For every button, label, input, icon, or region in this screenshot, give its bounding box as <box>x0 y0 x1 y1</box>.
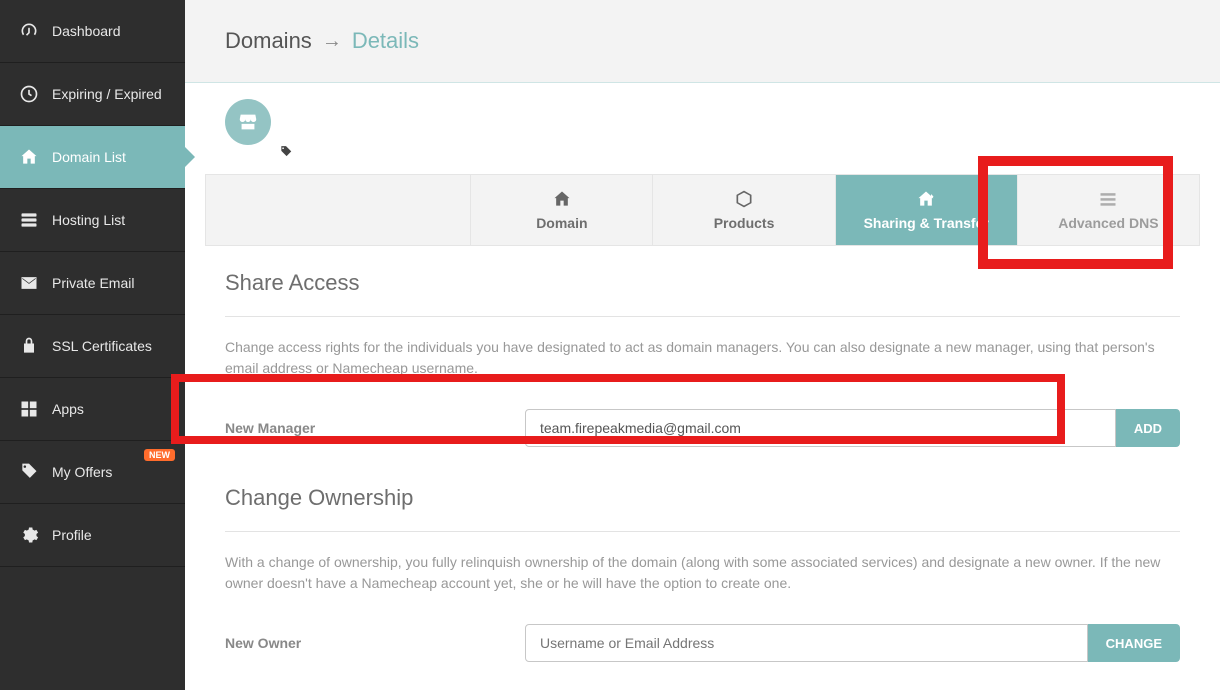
sidebar-item-label: My Offers <box>52 464 112 480</box>
add-button[interactable]: ADD <box>1116 409 1180 447</box>
new-manager-input[interactable] <box>525 409 1116 447</box>
home-icon <box>552 189 572 209</box>
sidebar-item-label: Expiring / Expired <box>52 86 162 102</box>
share-icon <box>916 189 936 209</box>
change-ownership-desc: With a change of ownership, you fully re… <box>225 552 1180 594</box>
sidebar-item-profile[interactable]: Profile <box>0 504 185 567</box>
sidebar-item-hosting-list[interactable]: Hosting List <box>0 189 185 252</box>
sidebar-item-private-email[interactable]: Private Email <box>0 252 185 315</box>
breadcrumb: Domains → Details <box>185 0 1220 83</box>
store-icon <box>237 111 259 133</box>
tag-row <box>185 145 1220 164</box>
sidebar-item-offers[interactable]: My Offers NEW <box>0 441 185 504</box>
content-area: Share Access Change access rights for th… <box>185 246 1220 672</box>
sidebar-item-expiring[interactable]: Expiring / Expired <box>0 63 185 126</box>
tag-icon[interactable] <box>279 145 293 159</box>
new-owner-row: New Owner CHANGE <box>225 614 1180 672</box>
sidebar-item-dashboard[interactable]: Dashboard <box>0 0 185 63</box>
tab-sharing-transfer[interactable]: Sharing & Transfer <box>835 175 1017 245</box>
domain-avatar <box>225 99 271 145</box>
sidebar-item-label: Profile <box>52 527 92 543</box>
main-area: Domains → Details Domain Products <box>185 0 1220 690</box>
sidebar-item-label: Hosting List <box>52 212 125 228</box>
arrow-icon: → <box>322 30 342 53</box>
apps-icon <box>18 398 40 420</box>
tab-advanced-dns[interactable]: Advanced DNS <box>1017 175 1199 245</box>
divider <box>225 316 1180 317</box>
sidebar-item-ssl[interactable]: SSL Certificates <box>0 315 185 378</box>
clock-icon <box>18 83 40 105</box>
lock-icon <box>18 335 40 357</box>
breadcrumb-current: Details <box>352 28 419 54</box>
package-icon <box>734 189 754 209</box>
tabs: Domain Products Sharing & Transfer Advan… <box>205 174 1200 246</box>
new-manager-row: New Manager ADD <box>225 399 1180 457</box>
sidebar-item-label: Apps <box>52 401 84 417</box>
new-manager-label: New Manager <box>225 420 505 436</box>
tab-domain[interactable]: Domain <box>470 175 652 245</box>
gear-icon <box>18 524 40 546</box>
sliders-icon <box>1098 189 1118 209</box>
breadcrumb-parent[interactable]: Domains <box>225 28 312 54</box>
sidebar-item-label: Domain List <box>52 149 126 165</box>
sidebar-item-apps[interactable]: Apps <box>0 378 185 441</box>
mail-icon <box>18 272 40 294</box>
server-icon <box>18 209 40 231</box>
sidebar-item-label: Dashboard <box>52 23 121 39</box>
domain-header <box>185 83 1220 151</box>
tab-label: Advanced DNS <box>1058 215 1158 231</box>
gauge-icon <box>18 20 40 42</box>
new-owner-label: New Owner <box>225 635 505 651</box>
tab-label: Domain <box>536 215 587 231</box>
sidebar: Dashboard Expiring / Expired Domain List… <box>0 0 185 690</box>
tag-icon <box>18 461 40 483</box>
share-access-desc: Change access rights for the individuals… <box>225 337 1180 379</box>
sidebar-item-domain-list[interactable]: Domain List <box>0 126 185 189</box>
sidebar-item-label: SSL Certificates <box>52 338 152 354</box>
divider <box>225 531 1180 532</box>
home-icon <box>18 146 40 168</box>
tab-label: Sharing & Transfer <box>864 215 989 231</box>
sidebar-item-label: Private Email <box>52 275 134 291</box>
new-badge: NEW <box>144 449 175 461</box>
new-owner-input[interactable] <box>525 624 1088 662</box>
share-access-title: Share Access <box>225 270 1180 296</box>
change-ownership-title: Change Ownership <box>225 485 1180 511</box>
tab-products[interactable]: Products <box>652 175 834 245</box>
change-button[interactable]: CHANGE <box>1088 624 1180 662</box>
tab-label: Products <box>714 215 775 231</box>
